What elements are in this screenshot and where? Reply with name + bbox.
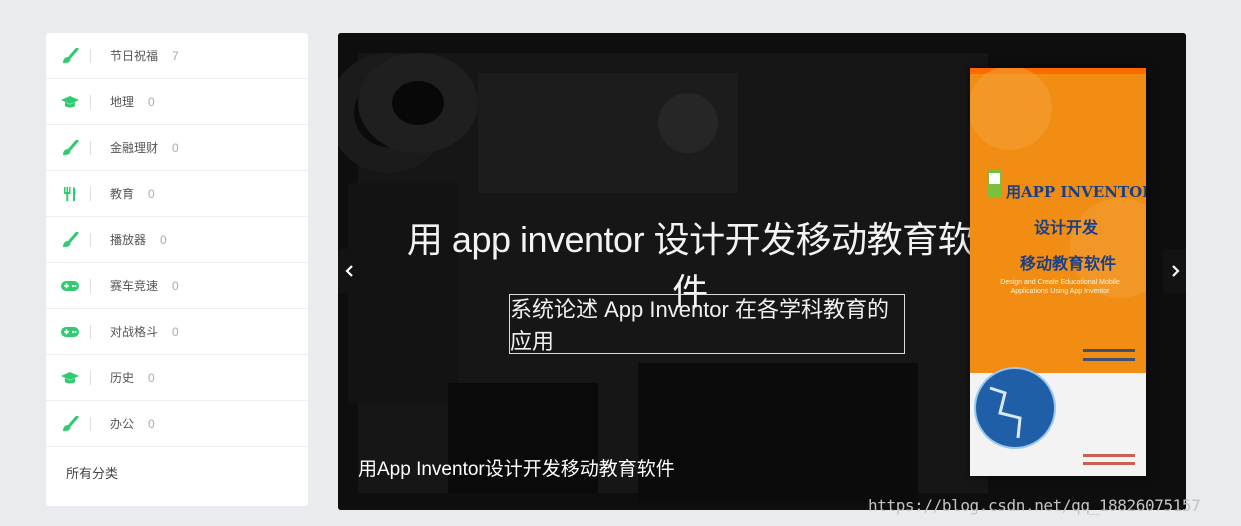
chevron-left-icon — [344, 265, 353, 277]
category-item[interactable]: 地理 0 — [46, 79, 308, 125]
slide-caption[interactable]: 用App Inventor设计开发移动教育软件 — [358, 454, 675, 481]
book-english-title: Design and Create Educational Mobile App… — [1000, 279, 1120, 295]
category-count: 0 — [148, 370, 155, 385]
category-label: 地理 — [110, 95, 135, 109]
divider — [90, 416, 91, 431]
category-count: 0 — [172, 278, 179, 293]
category-count: 0 — [172, 324, 179, 339]
category-label: 教育 — [110, 187, 135, 201]
brush-icon — [60, 139, 80, 156]
book-title: 用APP INVENTOR — [1006, 183, 1146, 201]
category-count: 7 — [172, 48, 179, 63]
banner-subline: 系统论述 App Inventor 在各学科教育的应用 — [509, 294, 905, 354]
category-label: 节日祝福 — [110, 49, 159, 63]
book-subtitle-1: 设计开发 — [1034, 220, 1099, 237]
divider — [90, 278, 91, 293]
chevron-right-icon — [1171, 265, 1180, 277]
category-count: 0 — [148, 94, 155, 109]
category-count: 0 — [148, 186, 155, 201]
category-count: 0 — [160, 232, 167, 247]
gamepad-icon — [60, 278, 80, 294]
category-item[interactable]: 赛车竞速 0 — [46, 263, 308, 309]
category-label: 赛车竞速 — [110, 279, 159, 293]
category-count: 0 — [148, 416, 155, 431]
category-label: 播放器 — [110, 233, 147, 247]
brush-icon — [60, 231, 80, 248]
watermark-text: https://blog.csdn.net/qq_18826075157 — [868, 496, 1201, 515]
category-item[interactable]: 播放器 0 — [46, 217, 308, 263]
carousel-next-button[interactable] — [1163, 249, 1186, 293]
category-item[interactable]: 节日祝福 7 — [46, 33, 308, 79]
carousel-prev-button[interactable] — [338, 249, 361, 293]
divider — [90, 94, 91, 109]
category-label: 对战格斗 — [110, 325, 159, 339]
category-item[interactable]: 历史 0 — [46, 355, 308, 401]
category-list: 节日祝福 7 地理 0 金融理财 0 教育 0 播放器 0 赛车竞速 0 对战格斗 0 历史 0 办公 0 — [46, 33, 308, 447]
graduation-cap-icon — [60, 94, 80, 110]
graduation-cap-icon — [60, 370, 80, 386]
divider — [90, 324, 91, 339]
brush-icon — [60, 415, 80, 432]
divider — [90, 140, 91, 155]
cutlery-icon — [60, 186, 80, 202]
brush-icon — [60, 47, 80, 64]
divider — [90, 48, 91, 63]
category-item[interactable]: 办公 0 — [46, 401, 308, 447]
category-item[interactable]: 金融理财 0 — [46, 125, 308, 171]
banner-carousel[interactable]: 用 app inventor 设计开发移动教育软件 系统论述 App Inven… — [338, 33, 1186, 510]
category-sidebar: 节日祝福 7 地理 0 金融理财 0 教育 0 播放器 0 赛车竞速 0 对战格斗 0 历史 0 办公 0 所有分… — [46, 33, 308, 506]
category-label: 金融理财 — [110, 141, 159, 155]
category-count: 0 — [172, 140, 179, 155]
divider — [90, 186, 91, 201]
divider — [90, 370, 91, 385]
all-categories-link[interactable]: 所有分类 — [46, 447, 308, 497]
book-cover: 用APP INVENTOR 设计开发 移动教育软件 Design and Cre… — [970, 68, 1146, 476]
book-subtitle-2: 移动教育软件 — [1020, 256, 1117, 273]
divider — [90, 232, 91, 247]
category-item[interactable]: 对战格斗 0 — [46, 309, 308, 355]
gamepad-icon — [60, 324, 80, 340]
category-label: 历史 — [110, 371, 135, 385]
category-item[interactable]: 教育 0 — [46, 171, 308, 217]
category-label: 办公 — [110, 417, 135, 431]
